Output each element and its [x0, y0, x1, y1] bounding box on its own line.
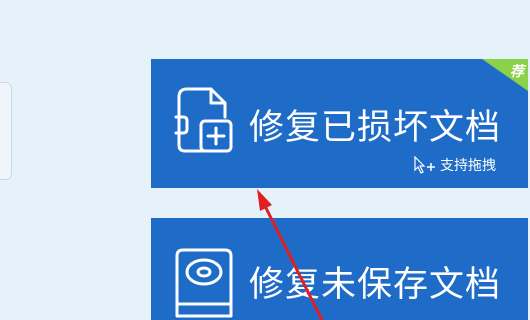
left-panel-edge — [0, 82, 12, 180]
recommend-badge: 荐 — [482, 59, 528, 91]
repair-unsaved-document-label: 修复未保存文档 — [249, 265, 502, 305]
drag-support-hint: 支持拖拽 — [413, 155, 496, 175]
repair-damaged-document-label: 修复已损坏文档 — [249, 108, 502, 148]
document-repair-icon — [173, 83, 235, 157]
repair-damaged-document-button[interactable]: 荐 修复已损坏文档 支持拖拽 — [151, 59, 528, 188]
drag-support-label: 支持拖拽 — [440, 158, 496, 174]
repair-unsaved-document-button[interactable]: 修复未保存文档 — [151, 218, 528, 320]
hard-drive-icon — [173, 246, 235, 320]
cursor-plus-icon — [414, 156, 435, 174]
recommend-badge-label: 荐 — [510, 64, 524, 80]
